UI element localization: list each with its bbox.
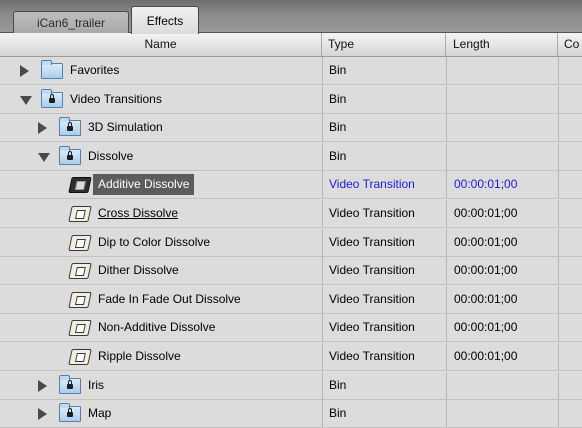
co-cell <box>558 400 582 428</box>
column-header-name[interactable]: Name <box>0 33 322 56</box>
length-cell <box>446 114 558 142</box>
item-name: 3D Simulation <box>88 120 163 135</box>
type-cell: Bin <box>322 114 446 142</box>
disclosure-open-icon[interactable] <box>38 152 50 162</box>
item-name: Fade In Fade Out Dissolve <box>98 291 241 306</box>
lock-icon <box>67 408 73 418</box>
co-cell <box>558 314 582 342</box>
co-cell <box>558 285 582 313</box>
lock-icon <box>49 93 55 103</box>
transition-row[interactable]: Ripple Dissolve Video Transition 00:00:01;… <box>0 343 582 371</box>
type-cell: Video Transition <box>322 171 446 199</box>
bin-row[interactable]: Video Transitions Bin <box>0 85 582 114</box>
length-cell <box>446 57 558 84</box>
video-transition-icon <box>68 206 92 222</box>
co-cell <box>558 142 582 170</box>
column-header: Name Type Length Co <box>0 33 582 57</box>
video-transition-icon <box>68 349 92 365</box>
tab-bar: iCan6_trailer Effects <box>0 0 582 34</box>
locked-bin-icon <box>41 88 63 108</box>
item-name: Cross Dissolve <box>98 206 179 220</box>
item-name: Non-Additive Dissolve <box>98 320 216 335</box>
item-name: Map <box>88 406 112 421</box>
co-cell <box>558 200 582 227</box>
bin-row[interactable]: Map Bin <box>0 400 582 428</box>
bin-icon <box>41 60 63 79</box>
type-cell: Video Transition <box>322 228 446 256</box>
disclosure-closed-icon[interactable] <box>38 122 47 135</box>
transition-row[interactable]: Non-Additive Dissolve Video Transition 00:… <box>0 314 582 343</box>
bin-row[interactable]: Favorites Bin <box>0 57 582 85</box>
disclosure-closed-icon[interactable] <box>38 379 47 392</box>
disclosure-closed-icon[interactable] <box>20 65 29 77</box>
video-transition-icon <box>68 320 92 337</box>
length-cell <box>446 400 558 428</box>
length-cell: 00:00:01;00 <box>446 228 558 256</box>
type-cell: Bin <box>322 371 446 399</box>
lock-icon <box>67 122 73 132</box>
type-cell: Video Transition <box>322 343 446 370</box>
co-cell <box>558 171 582 199</box>
type-cell: Bin <box>322 85 446 113</box>
length-cell <box>446 142 558 170</box>
type-cell: Video Transition <box>322 285 446 313</box>
disclosure-open-icon[interactable] <box>20 95 32 105</box>
transition-row[interactable]: Dither Dissolve Video Transition 00:00:01;… <box>0 257 582 286</box>
video-transition-icon <box>68 234 92 251</box>
bin-row[interactable]: Iris Bin <box>0 371 582 400</box>
type-cell: Video Transition <box>322 257 446 285</box>
length-cell <box>446 371 558 399</box>
type-cell: Video Transition <box>322 314 446 342</box>
co-cell <box>558 257 582 285</box>
length-cell: 00:00:01;00 <box>446 285 558 313</box>
item-name: Ripple Dissolve <box>98 349 181 363</box>
video-transition-icon <box>68 291 92 308</box>
locked-bin-icon <box>59 374 81 394</box>
transition-row[interactable]: Fade In Fade Out Dissolve Video Transitio… <box>0 285 582 314</box>
type-cell: Bin <box>322 142 446 170</box>
lock-icon <box>67 379 73 389</box>
effects-list: Favorites Bin Video Transitions Bin 3D Simul… <box>0 57 582 428</box>
transition-row[interactable]: Dip to Color Dissolve Video Transition 00:… <box>0 228 582 257</box>
item-name: Additive Dissolve <box>93 174 195 196</box>
item-name: Dip to Color Dissolve <box>98 234 211 249</box>
co-cell <box>558 343 582 370</box>
length-cell: 00:00:01;00 <box>446 171 558 199</box>
lock-icon <box>67 150 73 160</box>
type-cell: Bin <box>322 57 446 84</box>
type-cell: Video Transition <box>322 200 446 227</box>
item-name: Favorites <box>70 63 120 77</box>
item-name: Dither Dissolve <box>98 263 179 278</box>
length-cell <box>446 85 558 113</box>
tab-ican6-trailer[interactable]: iCan6_trailer <box>13 11 129 33</box>
item-name: Video Transitions <box>70 91 162 106</box>
locked-bin-icon <box>59 117 81 137</box>
length-cell: 00:00:01;00 <box>446 257 558 285</box>
length-cell: 00:00:01;00 <box>446 343 558 370</box>
item-name: Iris <box>88 377 104 392</box>
co-cell <box>558 114 582 142</box>
locked-bin-icon <box>59 403 81 423</box>
length-cell: 00:00:01;00 <box>446 314 558 342</box>
column-header-co[interactable]: Co <box>558 33 582 56</box>
bin-row[interactable]: Dissolve Bin <box>0 142 582 171</box>
item-name: Dissolve <box>88 148 134 163</box>
co-cell <box>558 228 582 256</box>
bin-row[interactable]: 3D Simulation Bin <box>0 114 582 143</box>
column-header-length[interactable]: Length <box>446 33 558 56</box>
column-header-type[interactable]: Type <box>322 33 446 56</box>
type-cell: Bin <box>322 400 446 428</box>
co-cell <box>558 371 582 399</box>
video-transition-icon <box>68 263 92 280</box>
tab-effects[interactable]: Effects <box>131 6 199 34</box>
co-cell <box>558 85 582 113</box>
video-transition-icon <box>68 177 92 194</box>
transition-row[interactable]: Cross Dissolve Video Transition 00:00:01;0… <box>0 200 582 228</box>
transition-row[interactable]: Additive Dissolve Video Transition 00:00:0… <box>0 171 582 200</box>
length-cell: 00:00:01;00 <box>446 200 558 227</box>
disclosure-closed-icon[interactable] <box>38 408 47 421</box>
co-cell <box>558 57 582 84</box>
locked-bin-icon <box>59 145 81 165</box>
